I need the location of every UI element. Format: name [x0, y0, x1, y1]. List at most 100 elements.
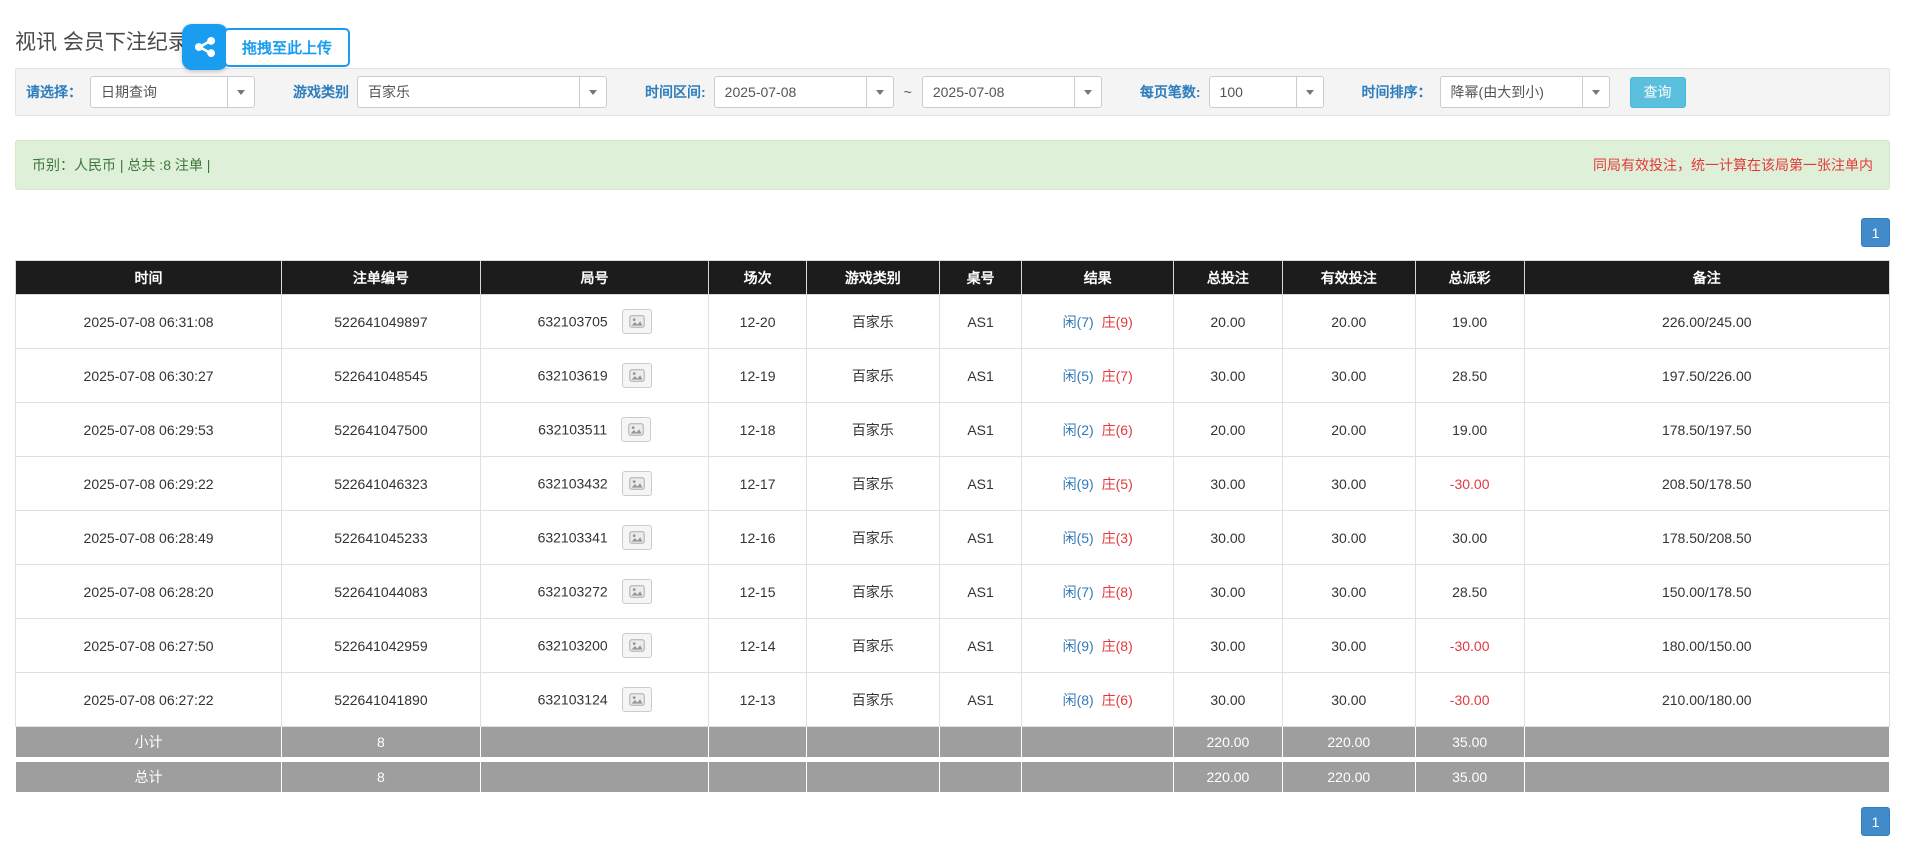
cell-empty — [806, 760, 939, 793]
share-nodes-icon — [191, 33, 219, 61]
cell-time: 2025-07-08 06:27:50 — [16, 619, 282, 673]
per-page-label: 每页笔数: — [1140, 82, 1201, 102]
cell-empty — [709, 727, 806, 760]
col-header-remark: 备注 — [1524, 261, 1890, 295]
result-player: 闲(8) — [1063, 692, 1094, 708]
query-button[interactable]: 查询 — [1630, 77, 1686, 108]
cell-remark: 178.50/208.50 — [1524, 511, 1890, 565]
date-from-caret-button[interactable] — [866, 77, 893, 107]
cell-round: 632103511 — [480, 403, 709, 457]
round-media-button[interactable] — [622, 579, 652, 604]
cell-empty — [1022, 760, 1174, 793]
table-body: 2025-07-08 06:31:08 522641049897 6321037… — [16, 295, 1890, 727]
cell-time: 2025-07-08 06:28:49 — [16, 511, 282, 565]
cell-total-bet[interactable]: 20.00 — [1174, 403, 1283, 457]
round-media-button[interactable] — [622, 363, 652, 388]
subtotal-label: 小计 — [16, 727, 282, 760]
cell-table-no: AS1 — [939, 403, 1021, 457]
cell-time: 2025-07-08 06:30:27 — [16, 349, 282, 403]
cell-payout: 19.00 — [1415, 295, 1524, 349]
table-row: 2025-07-08 06:27:50 522641042959 6321032… — [16, 619, 1890, 673]
per-page-select[interactable]: 100 — [1209, 76, 1324, 108]
upload-icon — [182, 24, 228, 70]
cell-valid-bet: 30.00 — [1282, 511, 1415, 565]
cell-remark: 178.50/197.50 — [1524, 403, 1890, 457]
cell-session: 12-18 — [709, 403, 806, 457]
cell-total-bet[interactable]: 30.00 — [1174, 565, 1283, 619]
cell-total-bet[interactable]: 30.00 — [1174, 673, 1283, 727]
game-type-select[interactable]: 百家乐 — [357, 76, 607, 108]
pagination-top: 1 — [15, 218, 1890, 247]
result-player: 闲(5) — [1063, 530, 1094, 546]
result-player: 闲(7) — [1063, 584, 1094, 600]
round-number: 632103511 — [538, 422, 607, 438]
result-banker: 庄(6) — [1102, 422, 1133, 438]
cell-round: 632103432 — [480, 457, 709, 511]
result-banker: 庄(7) — [1102, 368, 1133, 384]
date-from-select[interactable]: 2025-07-08 — [714, 76, 894, 108]
total-total-bet: 220.00 — [1174, 760, 1283, 793]
image-icon — [628, 423, 644, 436]
caret-down-icon — [1306, 90, 1314, 95]
cell-total-bet[interactable]: 30.00 — [1174, 457, 1283, 511]
query-type-select[interactable]: 日期查询 — [90, 76, 255, 108]
page-1-button[interactable]: 1 — [1861, 218, 1890, 247]
page-1-button[interactable]: 1 — [1861, 807, 1890, 836]
cell-round: 632103200 — [480, 619, 709, 673]
round-number: 632103272 — [538, 584, 608, 600]
cell-bet-id: 522641041890 — [282, 673, 481, 727]
cell-session: 12-20 — [709, 295, 806, 349]
sort-order-caret-button[interactable] — [1582, 77, 1609, 107]
image-icon — [629, 315, 645, 328]
cell-bet-id: 522641048545 — [282, 349, 481, 403]
round-media-button[interactable] — [622, 525, 652, 550]
cell-empty — [709, 760, 806, 793]
cell-payout: -30.00 — [1415, 673, 1524, 727]
round-media-button[interactable] — [622, 471, 652, 496]
result-player: 闲(9) — [1063, 476, 1094, 492]
round-media-button[interactable] — [622, 687, 652, 712]
game-type-value: 百家乐 — [358, 77, 579, 107]
cell-session: 12-19 — [709, 349, 806, 403]
date-to-caret-button[interactable] — [1074, 77, 1101, 107]
query-type-caret-button[interactable] — [227, 77, 254, 107]
table-row: 2025-07-08 06:30:27 522641048545 6321036… — [16, 349, 1890, 403]
date-from-value: 2025-07-08 — [715, 77, 866, 107]
round-media-button[interactable] — [621, 417, 651, 442]
cell-valid-bet: 20.00 — [1282, 295, 1415, 349]
cell-valid-bet: 30.00 — [1282, 565, 1415, 619]
title-row: 视讯 会员下注纪录 拖拽至此上传 — [15, 12, 1890, 68]
cell-payout: -30.00 — [1415, 619, 1524, 673]
round-media-button[interactable] — [622, 309, 652, 334]
cell-table-no: AS1 — [939, 349, 1021, 403]
upload-dropzone[interactable]: 拖拽至此上传 — [182, 24, 350, 70]
cell-remark: 210.00/180.00 — [1524, 673, 1890, 727]
table-row: 2025-07-08 06:29:22 522641046323 6321034… — [16, 457, 1890, 511]
cell-bet-id: 522641046323 — [282, 457, 481, 511]
cell-result: 闲(8) 庄(6) — [1022, 673, 1174, 727]
cell-empty — [939, 760, 1021, 793]
cell-session: 12-13 — [709, 673, 806, 727]
summary-bar: 币别：人民币 | 总共 :8 注单 | 同局有效投注，统一计算在该局第一张注单内 — [15, 140, 1890, 190]
date-to-select[interactable]: 2025-07-08 — [922, 76, 1102, 108]
cell-total-bet[interactable]: 20.00 — [1174, 295, 1283, 349]
cell-valid-bet: 30.00 — [1282, 349, 1415, 403]
result-player: 闲(2) — [1063, 422, 1094, 438]
cell-result: 闲(7) 庄(9) — [1022, 295, 1174, 349]
cell-game-type: 百家乐 — [806, 457, 939, 511]
round-number: 632103124 — [538, 692, 608, 708]
per-page-value: 100 — [1210, 77, 1296, 107]
result-banker: 庄(8) — [1102, 638, 1133, 654]
cell-total-bet[interactable]: 30.00 — [1174, 349, 1283, 403]
caret-down-icon — [589, 90, 597, 95]
cell-total-bet[interactable]: 30.00 — [1174, 511, 1283, 565]
col-header-time: 时间 — [16, 261, 282, 295]
round-media-button[interactable] — [622, 633, 652, 658]
sort-order-select[interactable]: 降幂(由大到小) — [1440, 76, 1610, 108]
cell-payout: 19.00 — [1415, 403, 1524, 457]
cell-result: 闲(7) 庄(8) — [1022, 565, 1174, 619]
cell-total-bet[interactable]: 30.00 — [1174, 619, 1283, 673]
game-type-caret-button[interactable] — [579, 77, 606, 107]
cell-table-no: AS1 — [939, 457, 1021, 511]
per-page-caret-button[interactable] — [1296, 77, 1323, 107]
